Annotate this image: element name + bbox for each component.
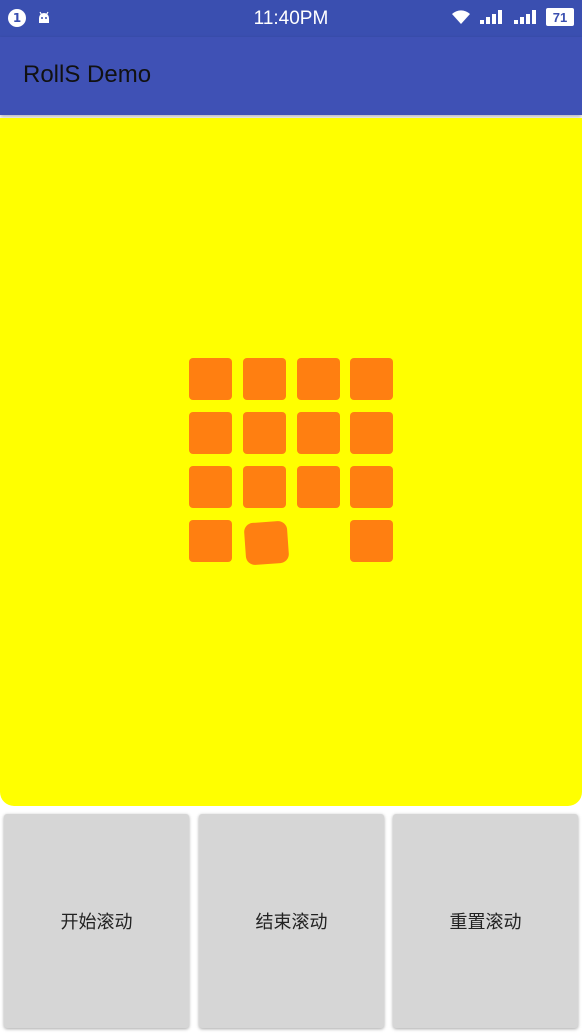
rolling-tile <box>243 520 290 566</box>
tile <box>189 358 232 400</box>
tile <box>243 412 286 454</box>
battery-icon: 71 <box>546 8 574 26</box>
status-bar: 1 11:40PM 71 <box>0 0 582 37</box>
tile <box>350 520 393 562</box>
status-right: 71 <box>450 8 574 26</box>
roll-canvas[interactable] <box>0 118 582 806</box>
stop-roll-button[interactable]: 结束滚动 <box>199 814 384 1028</box>
signal-icon <box>514 10 536 24</box>
tile <box>350 412 393 454</box>
tile <box>243 466 286 508</box>
tile <box>350 466 393 508</box>
tile <box>297 412 340 454</box>
start-roll-button[interactable]: 开始滚动 <box>4 814 189 1028</box>
app-bar: RollS Demo <box>0 37 582 115</box>
tile <box>297 466 340 508</box>
wifi-icon <box>452 10 470 24</box>
tile <box>189 466 232 508</box>
tile <box>243 358 286 400</box>
signal-icon <box>480 10 502 24</box>
reset-roll-button[interactable]: 重置滚动 <box>393 814 578 1028</box>
tile <box>189 412 232 454</box>
app-title: RollS Demo <box>23 61 152 88</box>
tile <box>297 358 340 400</box>
tile <box>350 358 393 400</box>
tile <box>189 520 232 562</box>
